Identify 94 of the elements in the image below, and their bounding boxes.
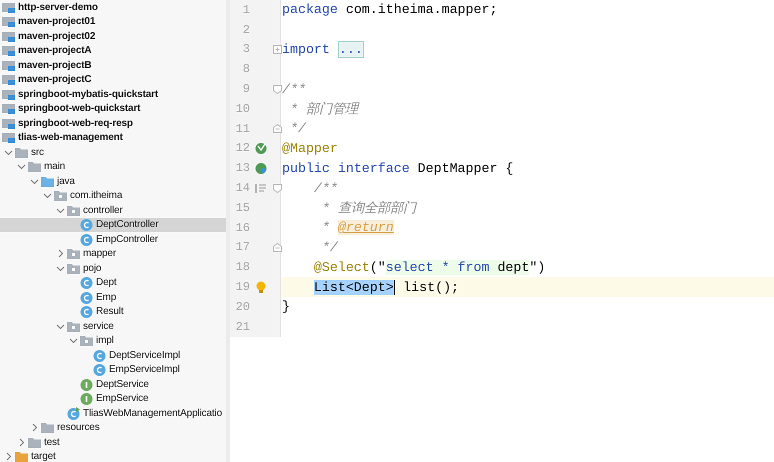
interface-icon bbox=[80, 378, 93, 391]
tree-item[interactable]: springboot-web-quickstart bbox=[0, 102, 226, 116]
folder-icon bbox=[41, 421, 54, 434]
line-number: 13 bbox=[234, 161, 250, 176]
tree-item[interactable]: src bbox=[0, 145, 226, 160]
lightbulb-icon bbox=[255, 280, 267, 294]
tree-item[interactable]: springboot-web-req-resp bbox=[0, 116, 226, 130]
line-number: 16 bbox=[234, 220, 250, 235]
module-folder-icon bbox=[2, 30, 15, 43]
tree-item[interactable]: impl bbox=[0, 334, 226, 348]
tree-item[interactable]: tlias-web-management bbox=[0, 130, 226, 145]
class-icon bbox=[80, 218, 93, 232]
tree-item[interactable]: maven-project02 bbox=[0, 29, 226, 44]
module-folder-icon bbox=[2, 0, 15, 14]
code-line: /** bbox=[312, 180, 338, 196]
class-icon bbox=[80, 305, 93, 318]
class-icon bbox=[80, 232, 93, 246]
tree-item[interactable]: http-server-demo bbox=[0, 0, 226, 14]
module-folder-icon bbox=[2, 102, 15, 116]
package-folder-icon bbox=[67, 247, 80, 260]
interface-icon bbox=[80, 392, 93, 406]
code-line: * 部门管理 bbox=[288, 102, 358, 117]
tree-item[interactable]: resources bbox=[0, 420, 226, 435]
tree-item[interactable]: EmpController bbox=[0, 232, 226, 246]
module-folder-icon bbox=[2, 73, 15, 86]
folder-icon bbox=[15, 146, 28, 159]
tree-item[interactable]: TliasWebManagementApplicatio bbox=[0, 406, 226, 420]
code-line: @Mapper bbox=[282, 140, 338, 156]
package-folder-icon bbox=[67, 320, 80, 333]
code-line: import ... bbox=[282, 40, 364, 58]
line-number: 3 bbox=[242, 42, 250, 56]
line-number: 17 bbox=[234, 240, 250, 254]
code-line: package com.itheima.mapper; bbox=[282, 2, 498, 18]
line-number: 1 bbox=[242, 2, 250, 17]
code-line: * 查询全部部门 bbox=[320, 200, 416, 216]
line-number: 19 bbox=[234, 280, 250, 294]
module-folder-icon bbox=[2, 58, 15, 72]
line-number: 18 bbox=[234, 260, 250, 274]
line-number: 11 bbox=[234, 122, 250, 136]
module-folder-icon bbox=[2, 116, 15, 130]
package-folder-icon bbox=[67, 262, 80, 275]
tree-item[interactable]: EmpService bbox=[0, 392, 226, 406]
tree-item[interactable]: DeptController bbox=[0, 218, 226, 232]
tree-item[interactable]: main bbox=[0, 160, 226, 174]
tree-item[interactable]: Dept bbox=[0, 276, 226, 290]
tree-item[interactable]: test bbox=[0, 435, 226, 450]
line-number: 14 bbox=[234, 181, 250, 196]
code-line: public interface DeptMapper { bbox=[282, 160, 514, 176]
tree-item[interactable]: maven-projectB bbox=[0, 58, 226, 72]
code-line: } bbox=[282, 299, 290, 314]
package-folder-icon bbox=[80, 334, 93, 348]
line-number: 20 bbox=[234, 300, 250, 314]
class-icon bbox=[80, 290, 93, 304]
line-number: 9 bbox=[242, 82, 250, 96]
tree-item[interactable]: maven-project01 bbox=[0, 14, 226, 29]
tree-item[interactable]: Emp bbox=[0, 290, 226, 304]
tree-item[interactable]: springboot-mybatis-quickstart bbox=[0, 87, 226, 102]
line-number: 12 bbox=[234, 141, 250, 156]
tree-item[interactable]: mapper bbox=[0, 246, 226, 261]
code-line: /** bbox=[282, 82, 306, 97]
application-class-icon bbox=[67, 406, 80, 420]
tree-item[interactable]: java bbox=[0, 174, 226, 188]
class-icon bbox=[80, 276, 93, 290]
folder-icon bbox=[28, 160, 41, 174]
tree-item[interactable]: target bbox=[0, 450, 226, 462]
package-folder-icon bbox=[54, 189, 67, 202]
folder-icon bbox=[15, 450, 28, 462]
tree-item[interactable]: service bbox=[0, 319, 226, 334]
tree-item[interactable]: com.itheima bbox=[0, 188, 226, 203]
tree-item[interactable]: EmpServiceImpl bbox=[0, 362, 226, 377]
module-folder-icon bbox=[2, 15, 15, 28]
tree-item[interactable]: DeptService bbox=[0, 377, 226, 392]
tree-item[interactable]: Result bbox=[0, 304, 226, 319]
code-line: */ bbox=[320, 240, 338, 255]
tree-item[interactable]: maven-projectC bbox=[0, 72, 226, 87]
code-line: @Select("select * from dept") bbox=[314, 260, 546, 275]
package-folder-icon bbox=[67, 204, 80, 217]
class-icon bbox=[93, 348, 106, 362]
tree-item[interactable]: pojo bbox=[0, 261, 226, 276]
line-number: 21 bbox=[234, 320, 250, 334]
folder-icon bbox=[41, 174, 54, 188]
line-number: 10 bbox=[234, 102, 250, 116]
module-folder-icon bbox=[2, 88, 15, 101]
folder-icon bbox=[28, 436, 41, 449]
module-folder-icon bbox=[2, 44, 15, 58]
tree-item[interactable]: maven-projectA bbox=[0, 44, 226, 58]
code-line: */ bbox=[288, 121, 306, 136]
tree-item[interactable]: controller bbox=[0, 203, 226, 218]
tree-item[interactable]: DeptServiceImpl bbox=[0, 348, 226, 362]
line-number: 15 bbox=[234, 200, 250, 215]
line-number: 8 bbox=[242, 62, 250, 76]
line-number: 2 bbox=[242, 22, 250, 37]
class-icon bbox=[93, 363, 106, 376]
module-folder-icon bbox=[2, 131, 15, 144]
